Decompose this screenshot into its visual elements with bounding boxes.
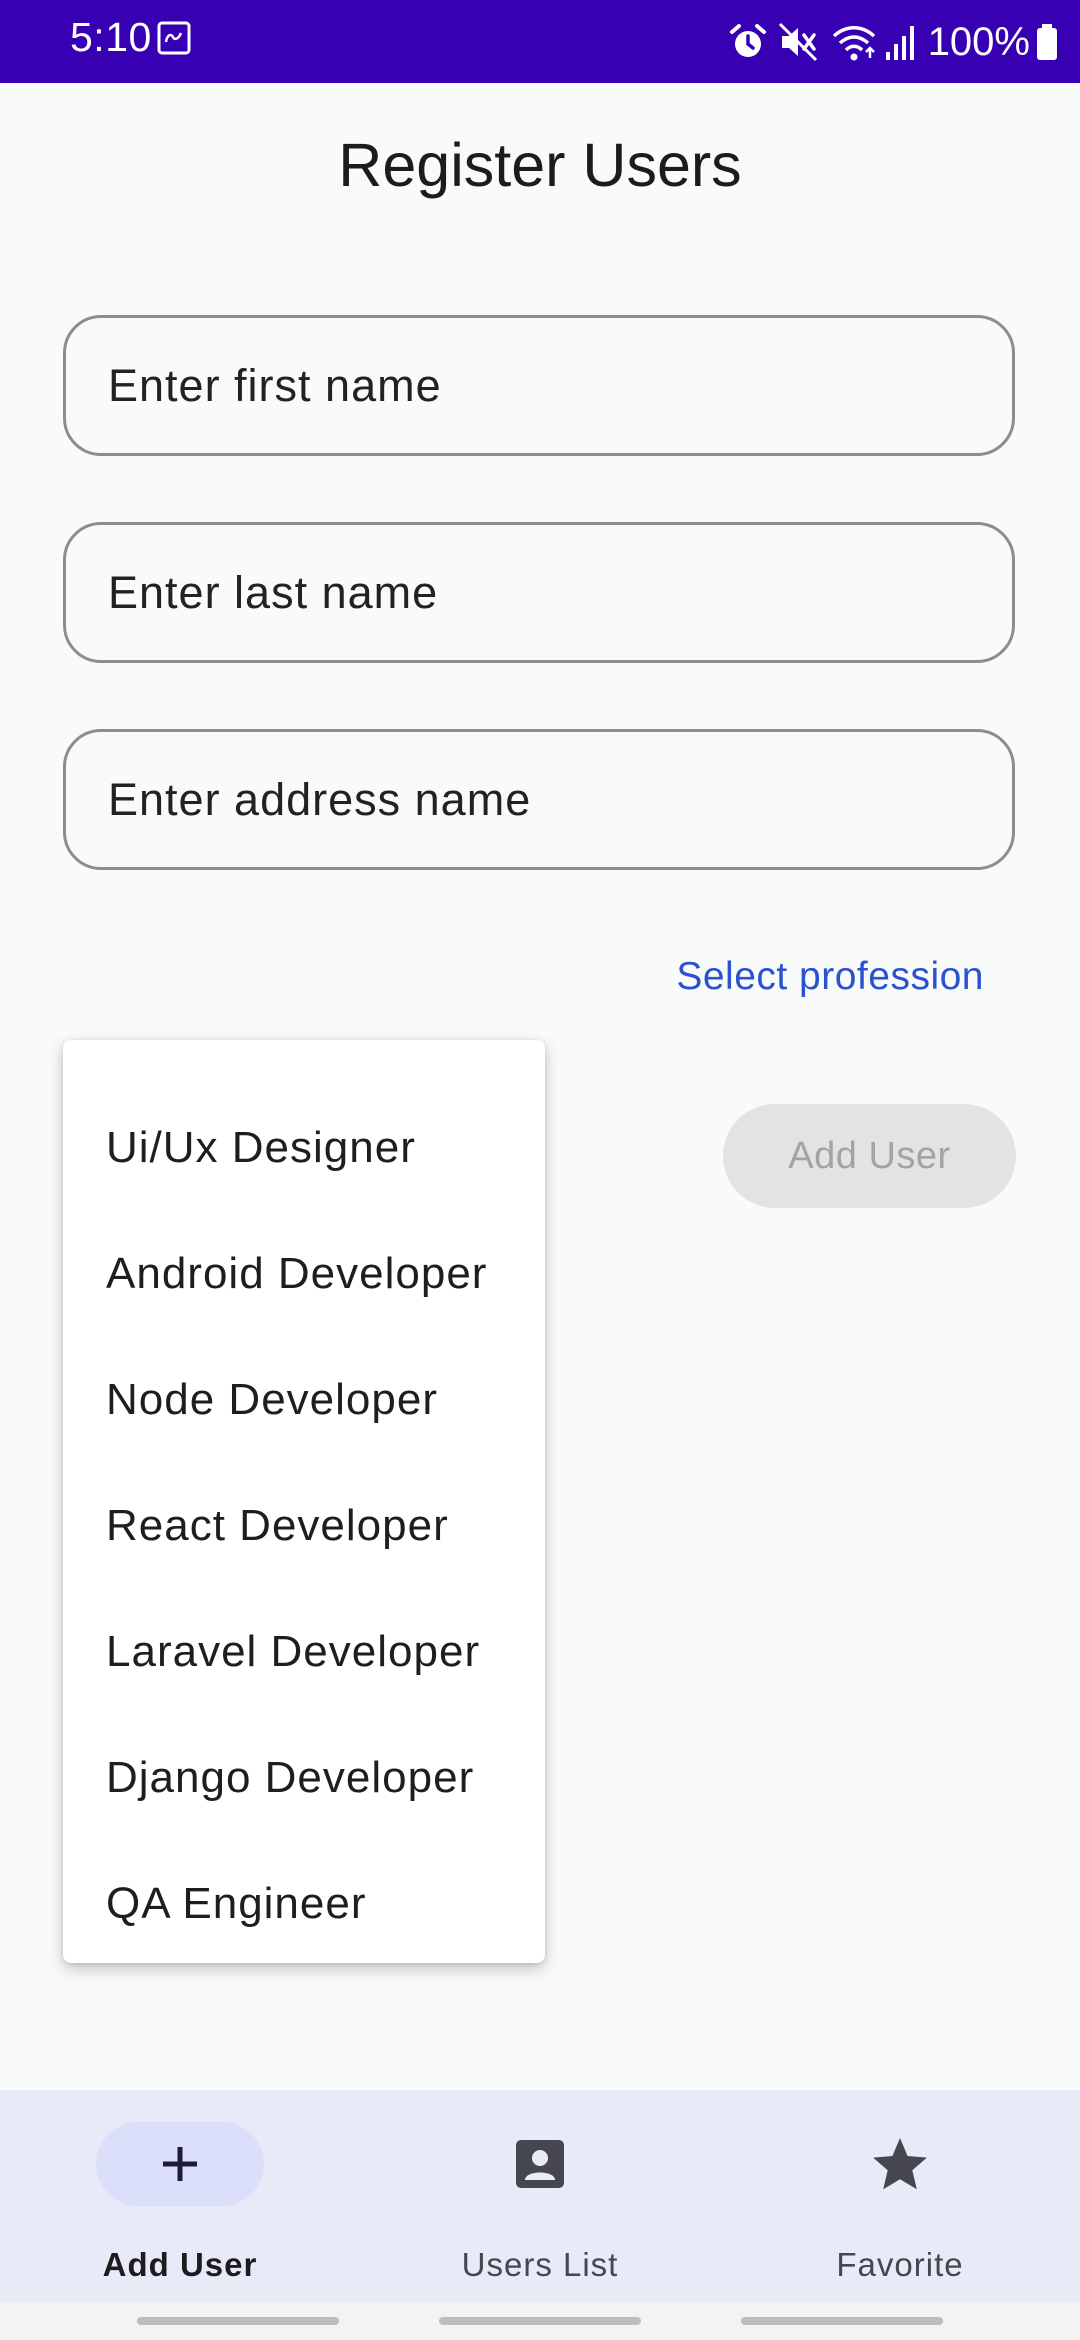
battery-percent: 100% [927,19,1030,64]
status-bar: 5:10 100% [0,0,1080,83]
profession-option-node-developer[interactable]: Node Developer [106,1378,438,1422]
alarm-icon [729,24,766,57]
profession-option-android-developer[interactable]: Android Developer [106,1252,487,1296]
nav-label-favorite: Favorite [836,2246,964,2283]
contact-card-icon [516,2140,564,2188]
wifi-icon [832,26,875,61]
address-input[interactable] [66,732,1012,867]
first-name-input[interactable] [66,318,1012,453]
profession-option-laravel-developer[interactable]: Laravel Developer [106,1630,480,1674]
nav-item-add-user[interactable]: Add User [0,2090,360,2302]
profession-option-django-developer[interactable]: Django Developer [106,1756,474,1800]
profession-dropdown-menu: Ui/Ux Designer Android Developer Node De… [63,1040,545,1963]
plus-icon [163,2147,197,2181]
nav-label-add-user: Add User [102,2246,258,2283]
gesture-handle-right[interactable] [741,2317,943,2325]
profession-option-qa-engineer[interactable]: QA Engineer [106,1882,367,1926]
page-title: Register Users [338,131,742,199]
status-time: 5:10 [70,14,152,60]
gesture-navigation-area [0,2302,1080,2340]
address-field-container [63,729,1015,870]
mute-icon [778,22,817,62]
battery-icon [1037,24,1057,60]
gesture-handle-left[interactable] [137,2317,339,2325]
status-icons: 100% [728,14,1058,70]
nav-label-users-list: Users List [461,2246,619,2283]
last-name-field-container [63,522,1015,663]
nav-item-users-list[interactable]: Users List [360,2090,720,2302]
first-name-field-container [63,315,1015,456]
notification-icon [157,21,191,55]
bottom-navigation: Add User Users List Favorite [0,2090,1080,2302]
signal-icon [885,26,914,60]
profession-option-react-developer[interactable]: React Developer [106,1504,449,1548]
star-icon [873,2138,927,2190]
nav-item-favorite[interactable]: Favorite [720,2090,1080,2302]
select-profession-button[interactable]: Select profession [676,955,984,999]
gesture-handle-center[interactable] [439,2317,641,2325]
add-user-button[interactable]: Add User [723,1104,1016,1208]
last-name-input[interactable] [66,525,1012,660]
profession-option-ui-ux-designer[interactable]: Ui/Ux Designer [106,1126,416,1170]
